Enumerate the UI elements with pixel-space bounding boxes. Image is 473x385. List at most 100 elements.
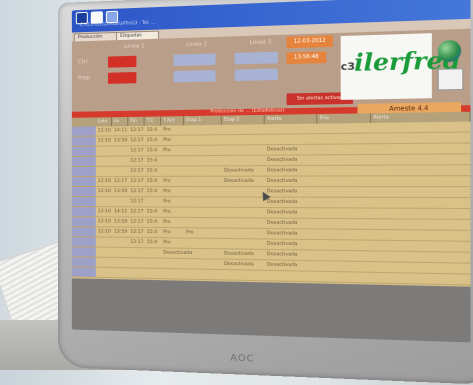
- table-cell: 12:10: [97, 178, 111, 184]
- table-cell: Desactivada: [266, 199, 298, 206]
- row-selector[interactable]: [71, 176, 96, 187]
- table-cell: 12:17: [130, 229, 144, 235]
- table-cell: 12:17: [130, 168, 144, 174]
- row-selector[interactable]: [71, 156, 96, 166]
- row-selector[interactable]: [71, 146, 96, 156]
- control-panel: Línea 1 Línea 2 Línea 3 Ctrl Prep 12-03-…: [71, 28, 471, 112]
- table-cell: Pro: [163, 230, 171, 236]
- table-cell: Pro: [163, 178, 171, 184]
- table-cell: 12:17: [130, 199, 144, 205]
- status-indicator: [107, 55, 137, 68]
- table-cell: 15:4: [146, 137, 158, 144]
- column-header[interactable]: T.Act: [161, 116, 184, 126]
- table-cell: 13:59: [114, 229, 128, 235]
- table-cell: Desactivada: [163, 250, 193, 257]
- table-cell: 12:10: [97, 128, 111, 134]
- column-header[interactable]: Fin: [128, 116, 145, 127]
- line-field[interactable]: [234, 51, 278, 65]
- line-field[interactable]: [173, 53, 216, 66]
- table-cell: Pro: [163, 209, 171, 215]
- table-cell: 14:12: [114, 209, 128, 215]
- table-cell: 12:17: [130, 189, 144, 195]
- line-label: Línea 2: [186, 41, 208, 49]
- line-field[interactable]: [173, 70, 216, 83]
- line-label: Línea 1: [124, 43, 145, 51]
- column-header[interactable]: T.C: [144, 116, 162, 126]
- empty-area: [71, 278, 471, 343]
- column-header[interactable]: Ini: [111, 116, 129, 127]
- photo-scene: C:\\Ctrl\\1\\Lineas\\ATrs\\3 - Tel. ... …: [0, 0, 473, 385]
- column-header[interactable]: Etap 1: [183, 115, 222, 126]
- table-cell: 12:17: [130, 239, 144, 246]
- table-cell: 13:59: [114, 219, 128, 225]
- table-cell: 15:4: [146, 127, 158, 133]
- table-cell: 15:4: [146, 178, 158, 184]
- table-cell: 13:59: [114, 189, 128, 195]
- table-cell: Desactivada: [266, 262, 298, 269]
- table-cell: Desactivada: [266, 241, 298, 248]
- table-cell: Desactivada: [266, 157, 298, 164]
- table-cell: 12:10: [97, 209, 111, 215]
- table-cell: Desactivada: [266, 220, 298, 227]
- row-label: Prep: [77, 75, 91, 82]
- table-cell: 12:10: [97, 219, 111, 225]
- table-cell: Desactivada: [266, 178, 298, 184]
- row-selector[interactable]: [71, 237, 96, 247]
- row-selector[interactable]: [71, 197, 96, 207]
- table-cell: Desactivada: [224, 261, 254, 268]
- table-cell: Pro: [186, 230, 194, 236]
- table-cell: 15:4: [146, 240, 158, 246]
- time-box: 13:56:48: [286, 51, 327, 65]
- table-cell: 15:4: [146, 229, 158, 236]
- status-indicator: [107, 72, 137, 84]
- column-header[interactable]: Lote: [95, 117, 112, 127]
- row-selector[interactable]: [71, 217, 96, 227]
- table-cell: 13:59: [114, 138, 128, 144]
- table-cell: 12:17: [130, 127, 144, 134]
- table-row[interactable]: 12:10 12:17 12:17 15:4 Pro Desactivada Desacti…: [71, 176, 471, 188]
- table-cell: Pro: [163, 148, 171, 154]
- row-label: Ctrl: [77, 59, 88, 66]
- table-cell: Desactivada: [266, 252, 298, 258]
- row-selector[interactable]: [71, 227, 96, 237]
- chart-icon[interactable]: [437, 68, 464, 91]
- table-cell: Pro: [163, 189, 171, 195]
- row-selector[interactable]: [71, 136, 96, 146]
- monitor-screen: C:\\Ctrl\\1\\Lineas\\ATrs\\3 - Tel. ... …: [71, 0, 471, 343]
- table-row[interactable]: 12:17 15:4 Desactivada Desactivada: [71, 165, 471, 177]
- column-header[interactable]: Etap 2: [221, 114, 265, 125]
- table-cell: Pro: [163, 199, 171, 205]
- table-cell: Pro: [163, 127, 171, 133]
- table-cell: 12:10: [97, 229, 111, 235]
- row-selector[interactable]: [71, 247, 96, 257]
- table-cell: 15:4: [146, 158, 158, 164]
- table-cell: 12:17: [130, 148, 144, 154]
- row-selector[interactable]: [71, 257, 96, 267]
- table-cell: 15:4: [146, 219, 158, 225]
- row-selector[interactable]: [71, 166, 96, 176]
- table-cell: Desactivada: [266, 189, 298, 195]
- row-selector[interactable]: [71, 267, 96, 277]
- data-table: Lote Ini Fin T.C T.Act Etap 1 Etap 2 Ale…: [71, 111, 471, 287]
- table-cell: 12:17: [130, 158, 144, 164]
- table-cell: Desactivada: [224, 251, 254, 258]
- row-selector[interactable]: [71, 187, 96, 197]
- table-cell: 12:10: [97, 138, 111, 144]
- row-selector[interactable]: [71, 207, 96, 217]
- table-cell: 15:4: [146, 209, 158, 215]
- date-box: 12-03-2012: [286, 35, 333, 49]
- table-cell: Desactivada: [224, 178, 254, 184]
- table-cell: 15:4: [146, 189, 158, 195]
- monitor: C:\\Ctrl\\1\\Lineas\\ATrs\\3 - Tel. ... …: [58, 0, 473, 385]
- row-selector[interactable]: [71, 126, 96, 136]
- table-cell: 12:17: [130, 138, 144, 144]
- line-label: Línea 3: [249, 39, 272, 47]
- table-cell: 12:10: [97, 189, 111, 195]
- table-cell: 12:17: [130, 209, 144, 215]
- table-cell: 12:17: [130, 219, 144, 225]
- table-cell: 12:17: [130, 178, 144, 184]
- table-cell: Desactivada: [266, 210, 298, 216]
- logo-card: c3 ilerfred: [340, 33, 461, 100]
- line-field[interactable]: [234, 68, 278, 82]
- logo-c3: c3: [340, 61, 356, 74]
